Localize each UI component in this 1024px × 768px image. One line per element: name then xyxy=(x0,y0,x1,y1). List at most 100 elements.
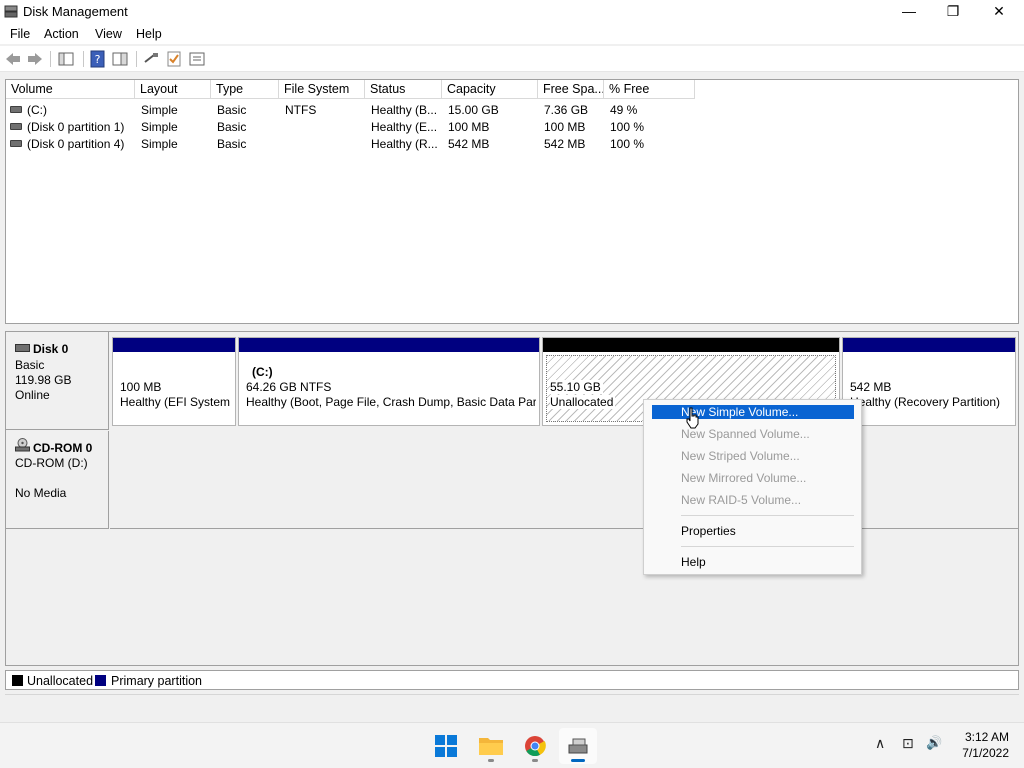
disk-management-icon xyxy=(568,738,588,754)
cd-drive-icon xyxy=(15,438,30,452)
status-bar xyxy=(5,694,1019,716)
status-cell: Healthy (E... xyxy=(371,120,438,134)
type-cell: Basic xyxy=(217,103,247,117)
column-header-type[interactable]: Type xyxy=(211,80,279,99)
percent-free-cell: 100 % xyxy=(610,120,645,134)
taskbar: ∧ ⊡ 🔊 3:12 AM 7/1/2022 xyxy=(0,722,1024,768)
primary-partition-swatch xyxy=(95,675,106,686)
menu-view[interactable]: View xyxy=(95,27,122,41)
svg-text:?: ? xyxy=(95,53,101,66)
disk-management-taskbar-button[interactable] xyxy=(559,728,597,764)
forward-arrow-icon[interactable] xyxy=(26,50,44,68)
show-hidden-icons-chevron-icon[interactable]: ∧ xyxy=(875,735,885,752)
percent-free-cell: 100 % xyxy=(610,137,645,151)
partition-size: 542 MB xyxy=(850,380,892,394)
free-space-cell: 542 MB xyxy=(544,137,586,151)
volume-cell: (C:) xyxy=(27,103,47,117)
free-space-cell: 7.36 GB xyxy=(544,103,589,117)
volume-cell: (Disk 0 partition 1) xyxy=(27,120,125,134)
show-hide-action-pane-icon[interactable] xyxy=(111,50,129,68)
start-button[interactable] xyxy=(427,728,465,764)
cdrom-0-area[interactable] xyxy=(110,431,1018,529)
type-cell: Basic xyxy=(217,137,247,151)
menu-item-properties[interactable]: Properties xyxy=(652,524,854,538)
percent-free-cell: 49 % xyxy=(610,103,638,117)
menu-item-new-striped-volume[interactable]: New Striped Volume... xyxy=(652,449,854,463)
disk-status: Online xyxy=(15,388,50,402)
drive-icon xyxy=(10,140,22,147)
column-header-capacity[interactable]: Capacity xyxy=(442,80,538,99)
partition-size: 55.10 GB xyxy=(550,380,603,394)
partition-title: (C:) xyxy=(252,365,273,379)
menu-separator xyxy=(681,515,854,516)
back-arrow-icon[interactable] xyxy=(4,50,22,68)
volume-row[interactable]: (Disk 0 partition 1) Simple Basic Health… xyxy=(6,118,706,135)
hand-cursor-icon xyxy=(686,407,699,429)
minimize-button[interactable]: — xyxy=(886,0,932,24)
show-hide-console-tree-icon[interactable] xyxy=(57,50,75,68)
type-cell: Basic xyxy=(217,120,247,134)
column-header-file-system[interactable]: File System xyxy=(279,80,365,99)
menu-separator xyxy=(681,546,854,547)
system-clock[interactable]: 3:12 AM 7/1/2022 xyxy=(962,729,1009,761)
file-explorer-button[interactable] xyxy=(472,728,510,764)
menu-action[interactable]: Action xyxy=(44,27,79,41)
maximize-button[interactable]: ❐ xyxy=(930,0,976,24)
layout-cell: Simple xyxy=(141,120,178,134)
volume-list-pane[interactable]: Volume Layout Type File System Status Ca… xyxy=(5,79,1019,324)
column-header-volume[interactable]: Volume xyxy=(6,80,135,99)
disk-type: Basic xyxy=(15,358,45,372)
menu-item-new-raid5-volume[interactable]: New RAID-5 Volume... xyxy=(652,493,854,507)
column-header-layout[interactable]: Layout xyxy=(135,80,211,99)
disk-layout-pane[interactable]: Disk 0 Basic 119.98 GB Online 100 MB Hea… xyxy=(5,331,1019,666)
volume-icon[interactable]: 🔊 xyxy=(926,735,942,751)
help-icon[interactable]: ? xyxy=(89,50,107,68)
partition-c[interactable]: (C:) 64.26 GB NTFS Healthy (Boot, Page F… xyxy=(238,337,540,426)
network-icon[interactable]: ⊡ xyxy=(902,735,914,752)
partition-desc: Healthy (Recovery Partition) xyxy=(850,395,1001,409)
partition-size: 100 MB xyxy=(120,380,162,394)
legend-unallocated: Unallocated xyxy=(27,674,94,688)
partition-desc: Healthy (EFI System P xyxy=(120,395,232,409)
cdrom-media: No Media xyxy=(15,486,67,500)
checklist-icon[interactable] xyxy=(165,50,183,68)
partition-desc: Healthy (Boot, Page File, Crash Dump, Ba… xyxy=(246,395,536,409)
menu-item-new-spanned-volume[interactable]: New Spanned Volume... xyxy=(652,427,854,441)
partition-efi[interactable]: 100 MB Healthy (EFI System P xyxy=(112,337,236,426)
menu-file[interactable]: File xyxy=(10,27,30,41)
disk-0-label[interactable]: Disk 0 Basic 119.98 GB Online xyxy=(6,332,109,430)
active-indicator xyxy=(571,759,585,762)
connect-icon[interactable] xyxy=(142,50,160,68)
disk-management-app-icon xyxy=(4,5,18,18)
context-menu: New Simple Volume... New Spanned Volume.… xyxy=(643,399,862,575)
volume-row[interactable]: (Disk 0 partition 4) Simple Basic Health… xyxy=(6,135,706,152)
window-title: Disk Management xyxy=(23,4,128,19)
menu-item-new-simple-volume[interactable]: New Simple Volume... xyxy=(652,405,854,419)
capacity-cell: 15.00 GB xyxy=(448,103,499,117)
close-button[interactable]: ✕ xyxy=(976,0,1022,24)
cdrom-0-label[interactable]: CD-ROM 0 CD-ROM (D:) No Media xyxy=(6,431,109,529)
partition-desc: Unallocated xyxy=(550,395,616,409)
partition-color-bar xyxy=(843,338,1015,352)
legend-primary: Primary partition xyxy=(111,674,202,688)
partition-color-bar xyxy=(239,338,539,352)
volume-row[interactable]: (C:) Simple Basic NTFS Healthy (B... 15.… xyxy=(6,101,706,118)
unallocated-swatch xyxy=(12,675,23,686)
cdrom-drive: CD-ROM (D:) xyxy=(15,456,88,470)
chrome-icon xyxy=(525,736,546,757)
menu-item-help[interactable]: Help xyxy=(652,555,854,569)
running-indicator xyxy=(532,759,538,762)
column-header-free-space[interactable]: Free Spa... xyxy=(538,80,604,99)
title-bar[interactable]: Disk Management — ❐ ✕ xyxy=(0,0,1024,24)
hard-disk-icon xyxy=(15,344,30,352)
chrome-button[interactable] xyxy=(516,728,554,764)
menu-help[interactable]: Help xyxy=(136,27,162,41)
menu-item-new-mirrored-volume[interactable]: New Mirrored Volume... xyxy=(652,471,854,485)
properties-list-icon[interactable] xyxy=(188,50,206,68)
capacity-cell: 542 MB xyxy=(448,137,490,151)
column-header-status[interactable]: Status xyxy=(365,80,442,99)
partition-recovery[interactable]: 542 MB Healthy (Recovery Partition) xyxy=(842,337,1016,426)
status-cell: Healthy (R... xyxy=(371,137,438,151)
column-header-percent-free[interactable]: % Free xyxy=(604,80,695,99)
disk-size: 119.98 GB xyxy=(15,373,72,387)
